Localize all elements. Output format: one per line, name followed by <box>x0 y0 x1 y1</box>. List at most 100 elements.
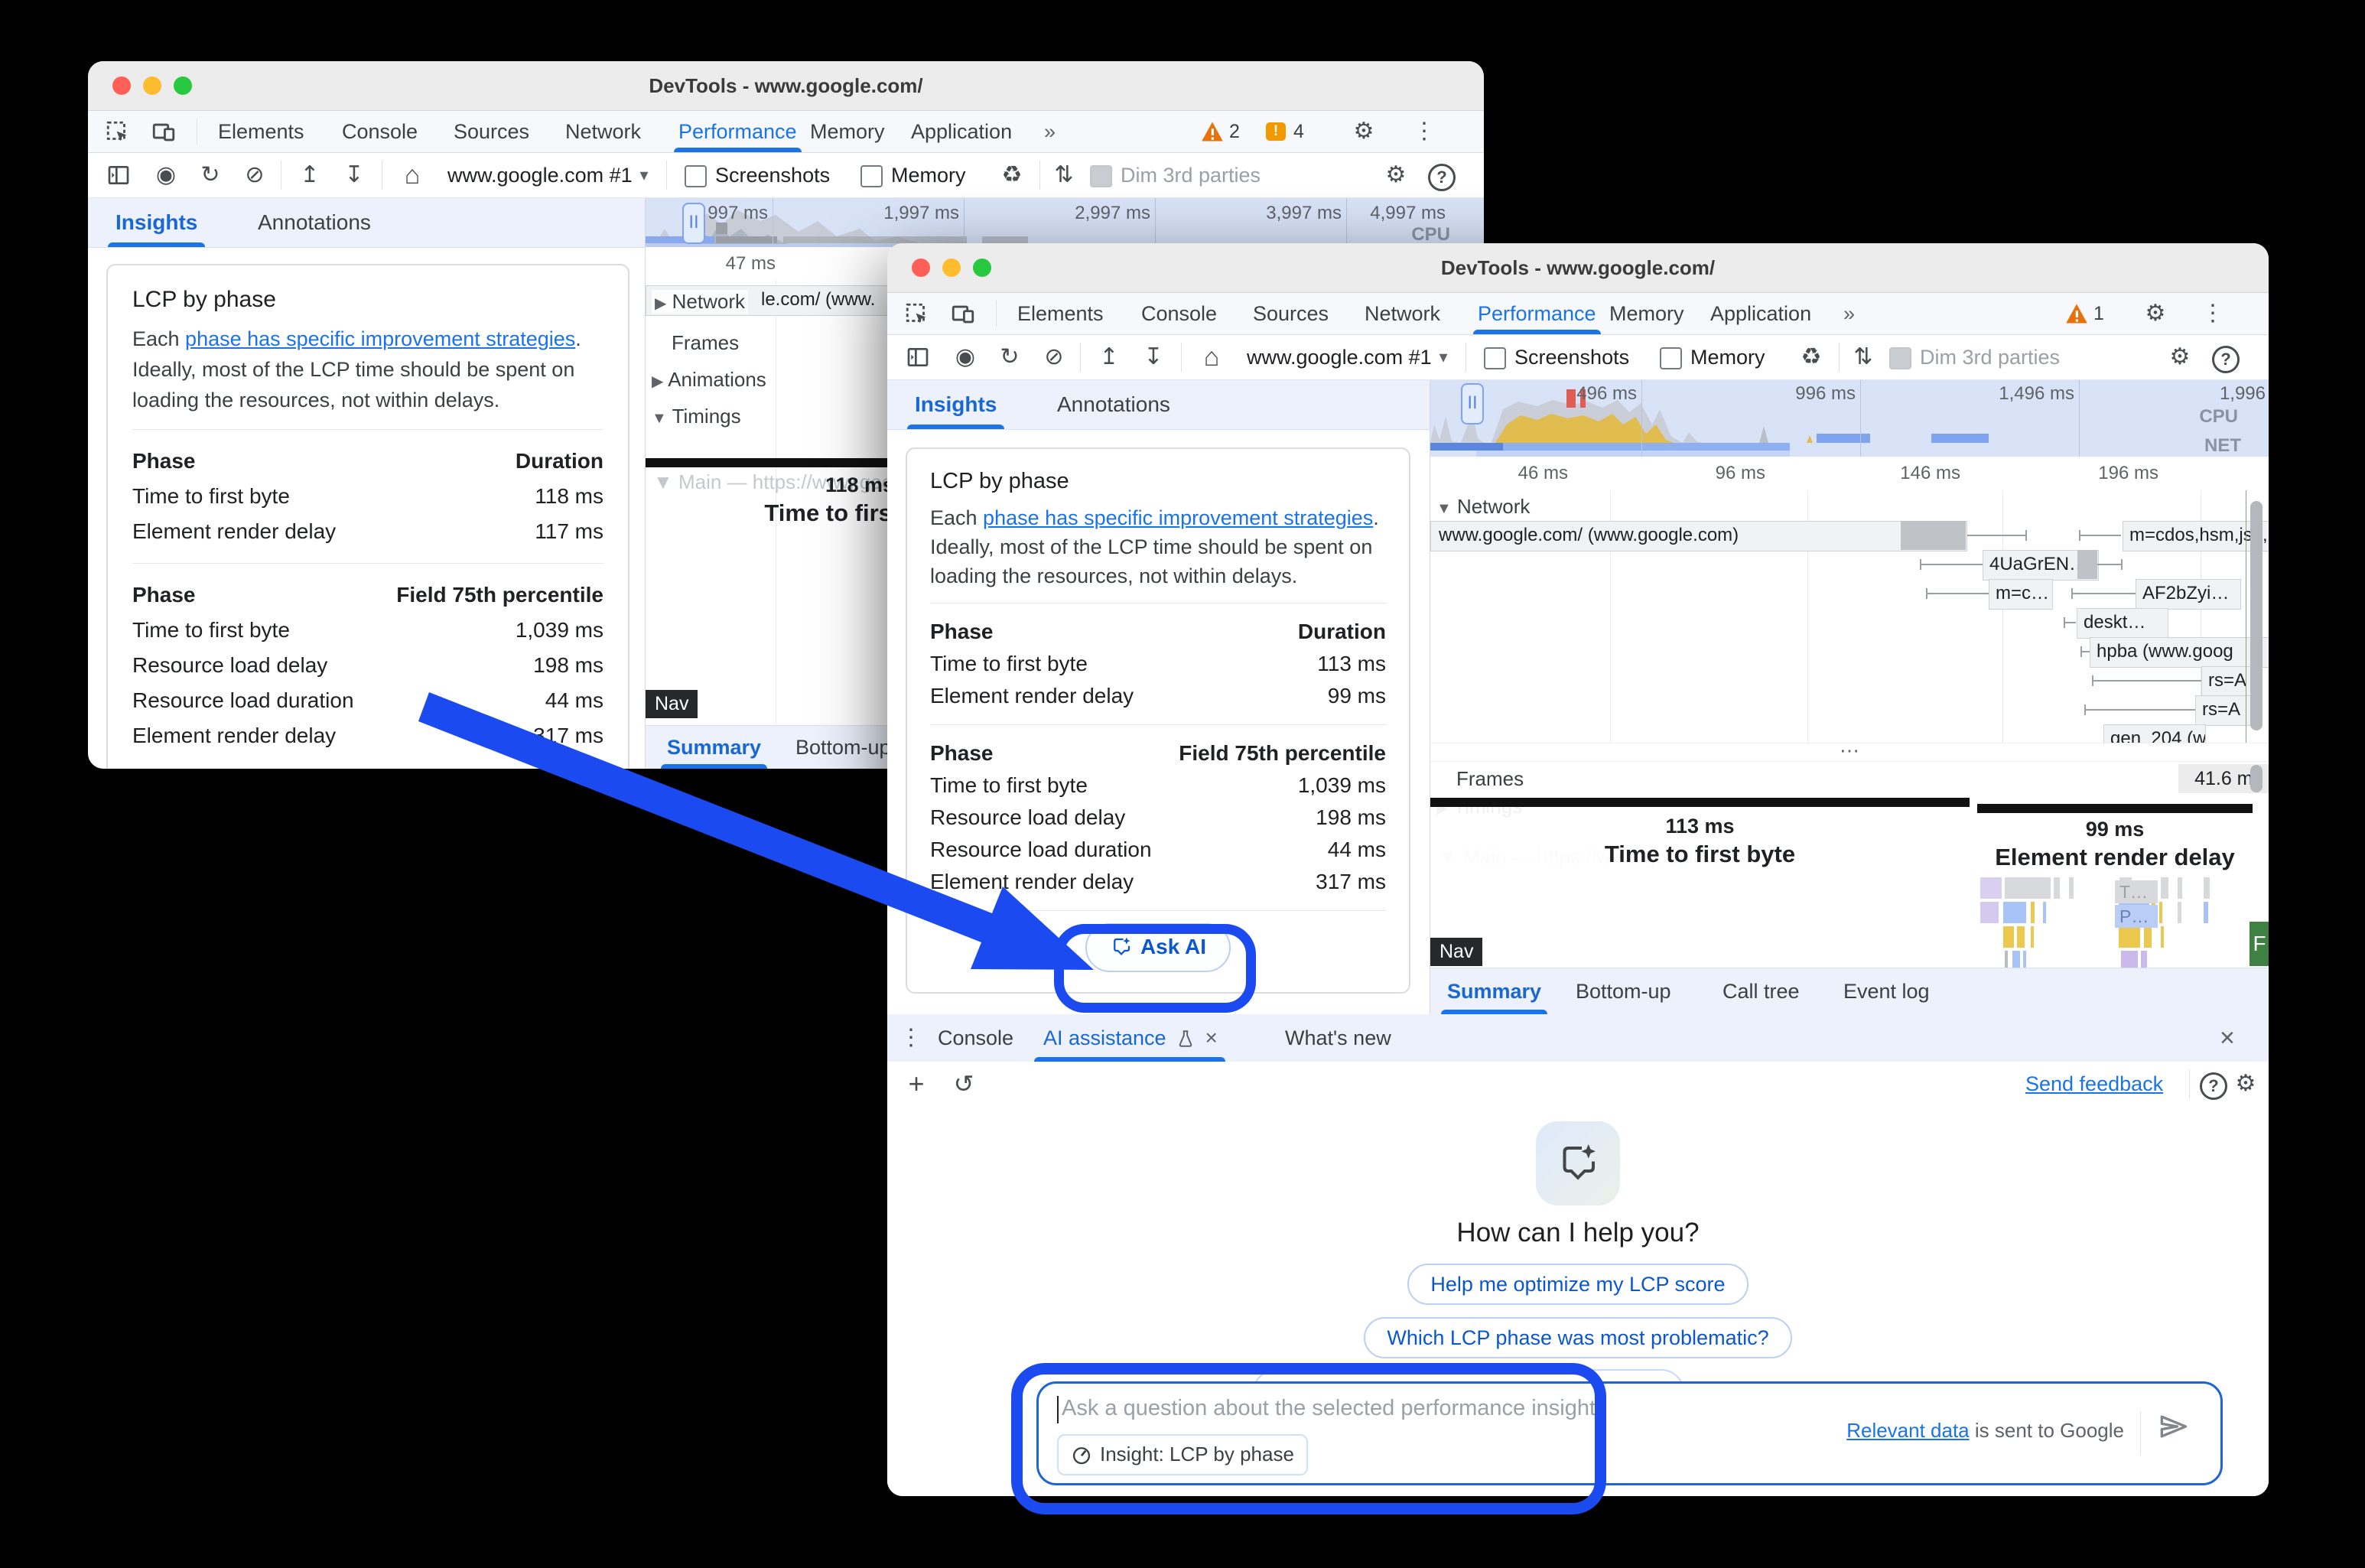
tab-console[interactable]: Console <box>1141 293 1217 334</box>
settings-gear-icon[interactable]: ⚙ <box>2140 291 2171 336</box>
track-network[interactable]: ▼ Network <box>1436 495 1530 519</box>
warning-badge-icon[interactable] <box>2065 303 2088 328</box>
tab-sources[interactable]: Sources <box>1253 293 1329 334</box>
send-icon[interactable] <box>2156 1410 2190 1447</box>
tab-application[interactable]: Application <box>911 111 1012 152</box>
record-icon[interactable]: ◉ <box>952 335 979 379</box>
scrollbar-thumb[interactable] <box>2250 501 2263 730</box>
tab-summary[interactable]: Summary <box>667 726 761 769</box>
improvement-strategies-link[interactable]: phase has specific improvement strategie… <box>185 327 575 350</box>
history-icon[interactable]: ↺ <box>950 1062 978 1106</box>
overview-handle[interactable]: II <box>682 203 705 244</box>
settings-gear-icon[interactable]: ⚙ <box>2232 1062 2259 1106</box>
tab-call-tree[interactable]: Call tree <box>1723 968 1800 1014</box>
screenshots-checkbox[interactable] <box>1484 347 1506 369</box>
close-tab-icon[interactable]: × <box>1205 1026 1217 1049</box>
tab-whats-new[interactable]: What's new <box>1285 1014 1391 1062</box>
target-select[interactable]: www.google.com #1 <box>447 153 633 197</box>
tab-insights[interactable]: Insights <box>915 380 997 429</box>
help-icon[interactable]: ? <box>2212 346 2240 373</box>
lcp-by-phase-card[interactable]: LCP by phase Each phase has specific imp… <box>106 264 629 769</box>
home-icon[interactable]: ⌂ <box>1196 335 1227 379</box>
tab-application[interactable]: Application <box>1710 293 1811 334</box>
network-request-bar[interactable]: www.google.com/ (www.google.com) <box>1430 521 1967 551</box>
tab-memory[interactable]: Memory <box>810 111 885 152</box>
tab-performance[interactable]: Performance <box>678 111 797 152</box>
tab-elements[interactable]: Elements <box>218 111 304 152</box>
network-request-bar[interactable]: rs=A <box>2195 695 2252 726</box>
track-frames[interactable]: Frames <box>1456 767 1524 791</box>
record-icon[interactable]: ◉ <box>152 153 180 197</box>
relevant-data-link[interactable]: Relevant data <box>1846 1419 1969 1442</box>
network-request-bar[interactable]: hpba (www.goog <box>2090 637 2269 668</box>
inspect-icon[interactable] <box>904 301 930 331</box>
dim-third-parties-checkbox[interactable] <box>1090 165 1112 187</box>
tab-memory[interactable]: Memory <box>1609 293 1684 334</box>
tab-bottom-up[interactable]: Bottom-up <box>795 726 891 769</box>
home-icon[interactable]: ⌂ <box>397 153 428 197</box>
garbage-collect-icon[interactable]: ♻ <box>998 153 1026 197</box>
help-icon[interactable]: ? <box>1428 164 1456 191</box>
download-profile-icon[interactable]: ↧ <box>340 153 368 197</box>
kebab-menu-icon[interactable]: ⋮ <box>1413 109 1436 154</box>
device-toolbar-icon[interactable] <box>950 301 976 331</box>
tab-network[interactable]: Network <box>1365 293 1440 334</box>
tab-network[interactable]: Network <box>565 111 641 152</box>
panel-left-icon[interactable] <box>106 163 131 191</box>
memory-checkbox[interactable] <box>860 165 883 187</box>
close-drawer-icon[interactable]: × <box>2220 1014 2235 1062</box>
suggestion-chip-lcp-phase[interactable]: Which LCP phase was most problematic? <box>1364 1317 1791 1358</box>
reload-icon[interactable]: ↻ <box>996 335 1023 379</box>
tab-console-drawer[interactable]: Console <box>938 1014 1013 1062</box>
clear-icon[interactable]: ⊘ <box>241 153 268 197</box>
tab-ai-assistance[interactable]: AI assistance × <box>1043 1014 1218 1062</box>
track-network[interactable]: ▶ Network <box>652 290 748 314</box>
help-icon[interactable]: ? <box>2200 1072 2227 1100</box>
warning-badge-icon[interactable] <box>1201 121 1224 146</box>
network-request-bar[interactable]: deskt… <box>2077 608 2168 639</box>
improvement-strategies-link[interactable]: phase has specific improvement strategie… <box>983 506 1373 529</box>
garbage-collect-icon[interactable]: ♻ <box>1797 335 1825 379</box>
tab-annotations[interactable]: Annotations <box>1057 380 1170 429</box>
download-profile-icon[interactable]: ↧ <box>1140 335 1167 379</box>
tab-insights[interactable]: Insights <box>115 198 197 247</box>
track-resizer[interactable]: ⋯ <box>1430 743 2269 762</box>
dim-third-parties-checkbox[interactable] <box>1889 347 1911 369</box>
kebab-menu-icon[interactable]: ⋮ <box>2201 291 2224 336</box>
track-frames[interactable]: Frames <box>672 331 739 355</box>
timeline-overview[interactable]: II 997 ms 1,997 ms 2,997 ms 3,997 ms 4,9… <box>646 198 1484 247</box>
new-chat-icon[interactable]: + <box>903 1062 930 1106</box>
clear-icon[interactable]: ⊘ <box>1040 335 1068 379</box>
tab-annotations[interactable]: Annotations <box>258 198 371 247</box>
more-tabs-icon[interactable]: » <box>1843 293 1855 334</box>
network-request-bar[interactable]: rs=A <box>2201 666 2252 697</box>
tab-bottom-up[interactable]: Bottom-up <box>1576 968 1671 1014</box>
suggestion-chip-lcp-score[interactable]: Help me optimize my LCP score <box>1407 1264 1748 1305</box>
network-request-bar[interactable]: gen_204 (w… <box>2103 724 2206 743</box>
more-tabs-icon[interactable]: » <box>1044 111 1056 152</box>
upload-profile-icon[interactable]: ↥ <box>296 153 324 197</box>
chevron-down-icon[interactable]: ▾ <box>633 153 655 197</box>
lcp-by-phase-card[interactable]: LCP by phase Each phase has specific imp… <box>906 447 1410 994</box>
network-request-bar[interactable]: m=c… <box>1989 579 2053 610</box>
settings-gear-icon[interactable]: ⚙ <box>2166 335 2194 379</box>
shrink-rows-icon[interactable]: ⇅ <box>1050 153 1078 197</box>
track-animations[interactable]: ▶ Animations <box>652 368 766 392</box>
tab-summary[interactable]: Summary <box>1447 968 1541 1014</box>
tab-console[interactable]: Console <box>342 111 418 152</box>
scrollbar-thumb[interactable] <box>2250 765 2263 792</box>
chevron-down-icon[interactable]: ▾ <box>1432 335 1455 379</box>
network-request-bar[interactable]: AF2bZyi… <box>2136 579 2241 610</box>
upload-profile-icon[interactable]: ↥ <box>1095 335 1123 379</box>
memory-checkbox[interactable] <box>1660 347 1682 369</box>
settings-gear-icon[interactable]: ⚙ <box>1382 153 1410 197</box>
target-select[interactable]: www.google.com #1 <box>1247 335 1432 379</box>
overview-handle[interactable]: II <box>1461 383 1484 425</box>
reload-icon[interactable]: ↻ <box>197 153 224 197</box>
tab-elements[interactable]: Elements <box>1017 293 1104 334</box>
track-timings[interactable]: ▼ Timings <box>652 405 741 428</box>
tab-sources[interactable]: Sources <box>454 111 529 152</box>
screenshots-checkbox[interactable] <box>685 165 707 187</box>
kebab-menu-icon[interactable]: ⋮ <box>899 1016 922 1060</box>
issues-badge-icon[interactable]: ! <box>1266 122 1286 141</box>
